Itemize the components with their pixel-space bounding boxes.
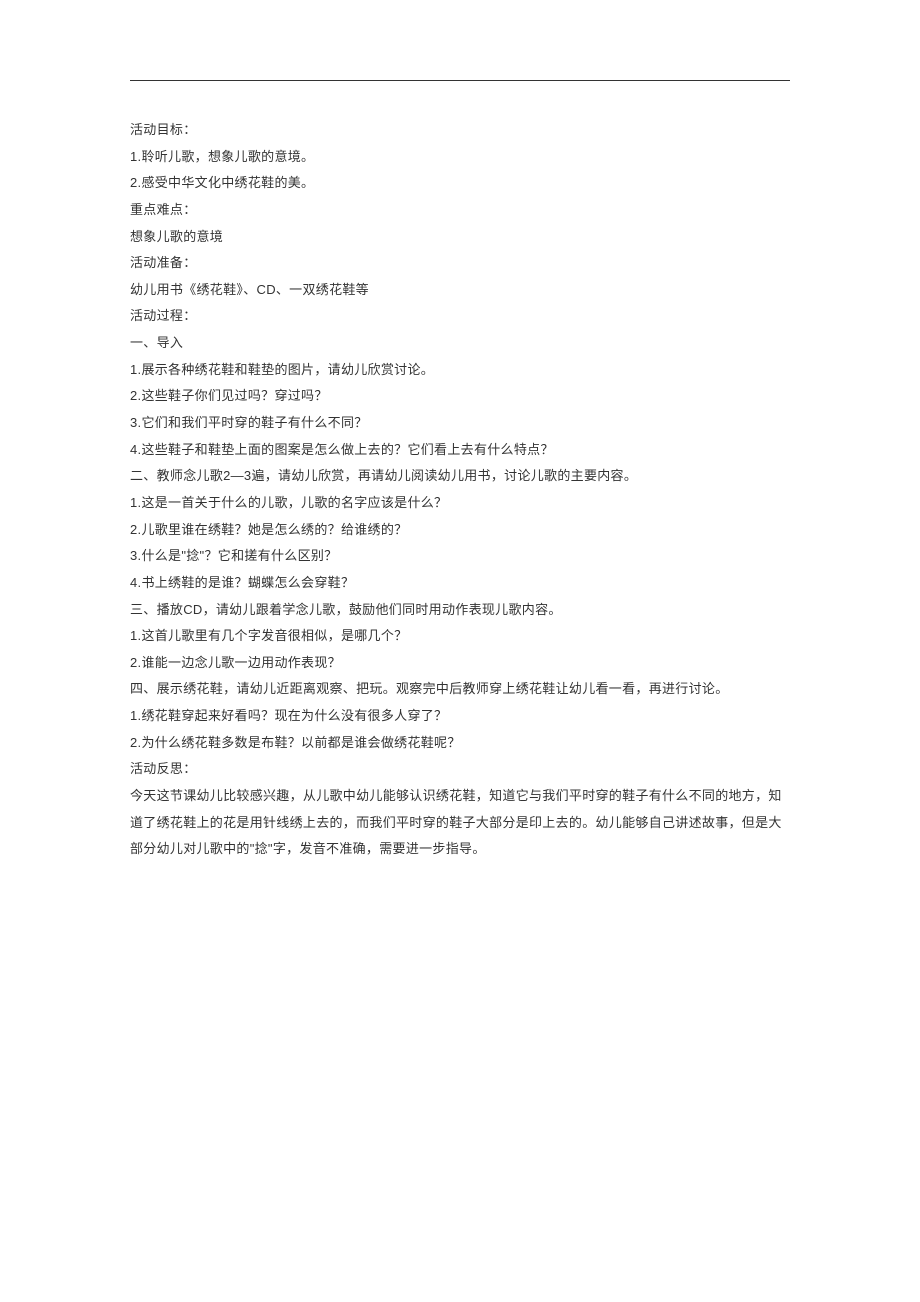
text-line: 1.展示各种绣花鞋和鞋垫的图片，请幼儿欣赏讨论。 <box>130 357 790 384</box>
text-line: 活动目标： <box>130 117 790 144</box>
document-page: 活动目标： 1.聆听儿歌，想象儿歌的意境。 2.感受中华文化中绣花鞋的美。 重点… <box>0 0 920 863</box>
text-line: 3.它们和我们平时穿的鞋子有什么不同？ <box>130 410 790 437</box>
text-line: 活动过程： <box>130 303 790 330</box>
text-line: 活动准备： <box>130 250 790 277</box>
text-line: 2.儿歌里谁在绣鞋？她是怎么绣的？给谁绣的？ <box>130 517 790 544</box>
text-line: 今天这节课幼儿比较感兴趣，从儿歌中幼儿能够认识绣花鞋，知道它与我们平时穿的鞋子有… <box>130 783 790 863</box>
text-line: 4.这些鞋子和鞋垫上面的图案是怎么做上去的？它们看上去有什么特点？ <box>130 437 790 464</box>
text-line: 1.绣花鞋穿起来好看吗？现在为什么没有很多人穿了？ <box>130 703 790 730</box>
text-line: 幼儿用书《绣花鞋》、CD、一双绣花鞋等 <box>130 277 790 304</box>
text-line: 2.感受中华文化中绣花鞋的美。 <box>130 170 790 197</box>
horizontal-separator <box>130 80 790 81</box>
text-line: 1.这是一首关于什么的儿歌，儿歌的名字应该是什么？ <box>130 490 790 517</box>
text-line: 3.什么是"捻"？它和搓有什么区别？ <box>130 543 790 570</box>
text-line: 2.为什么绣花鞋多数是布鞋？以前都是谁会做绣花鞋呢？ <box>130 730 790 757</box>
text-line: 重点难点： <box>130 197 790 224</box>
text-line: 2.谁能一边念儿歌一边用动作表现？ <box>130 650 790 677</box>
text-line: 一、导入 <box>130 330 790 357</box>
text-line: 三、播放CD，请幼儿跟着学念儿歌，鼓励他们同时用动作表现儿歌内容。 <box>130 597 790 624</box>
text-line: 1.这首儿歌里有几个字发音很相似，是哪几个？ <box>130 623 790 650</box>
text-line: 2.这些鞋子你们见过吗？穿过吗？ <box>130 383 790 410</box>
text-line: 二、教师念儿歌2—3遍，请幼儿欣赏，再请幼儿阅读幼儿用书，讨论儿歌的主要内容。 <box>130 463 790 490</box>
document-content: 活动目标： 1.聆听儿歌，想象儿歌的意境。 2.感受中华文化中绣花鞋的美。 重点… <box>130 117 790 863</box>
text-line: 1.聆听儿歌，想象儿歌的意境。 <box>130 144 790 171</box>
text-line: 活动反思： <box>130 756 790 783</box>
text-line: 想象儿歌的意境 <box>130 224 790 251</box>
text-line: 四、展示绣花鞋，请幼儿近距离观察、把玩。观察完中后教师穿上绣花鞋让幼儿看一看，再… <box>130 676 790 703</box>
text-line: 4.书上绣鞋的是谁？蝴蝶怎么会穿鞋？ <box>130 570 790 597</box>
